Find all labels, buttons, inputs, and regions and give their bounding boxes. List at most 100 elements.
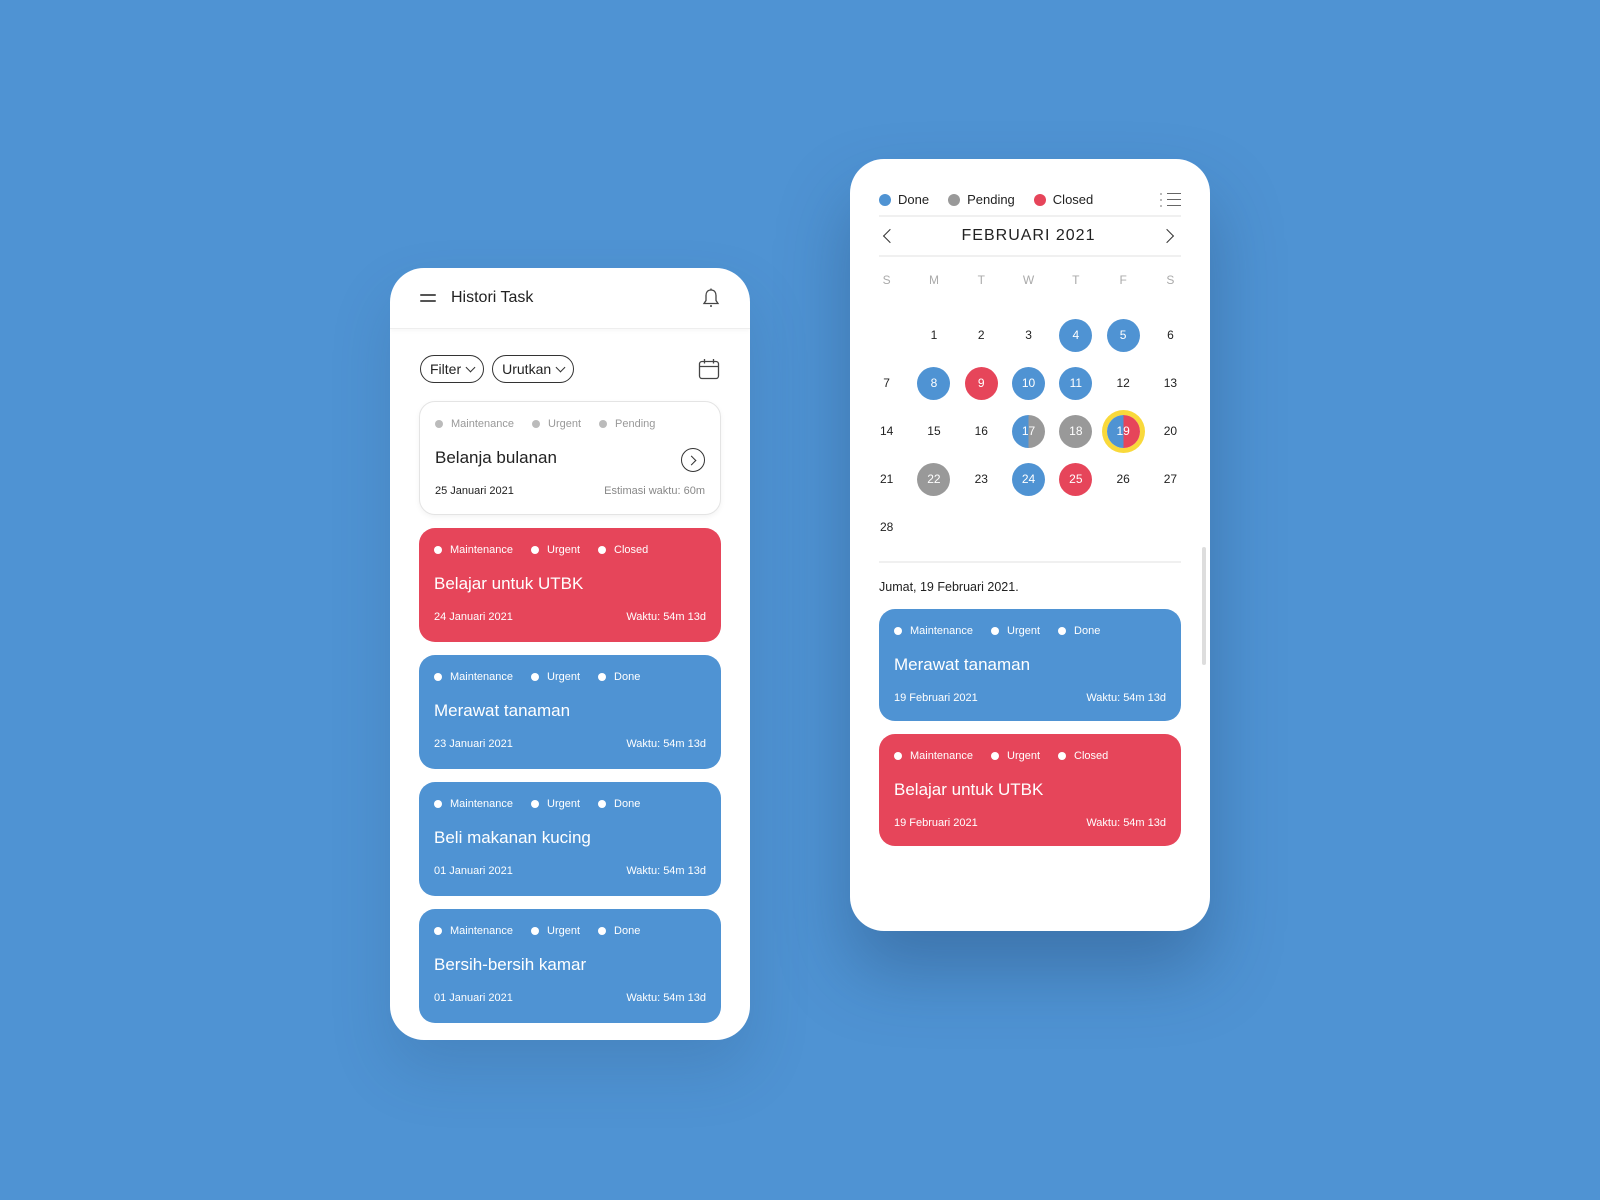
calendar-day[interactable]: 26 <box>1099 455 1146 503</box>
tag: Maintenance <box>434 671 513 683</box>
tag-label: Done <box>614 671 641 683</box>
task-tags: Maintenance Urgent Done <box>434 669 706 685</box>
calendar-day[interactable]: 15 <box>910 407 957 455</box>
task-card[interactable]: Maintenance Urgent Done Merawat tanaman 19 F… <box>879 609 1181 721</box>
day-status-marker: 18 <box>1059 414 1093 448</box>
scrollbar[interactable] <box>1202 547 1206 665</box>
tag: Urgent <box>991 625 1040 637</box>
task-duration: Waktu: 54m 13d <box>1086 817 1166 829</box>
task-meta: 01 Januari 2021 Waktu: 54m 13d <box>434 989 706 1004</box>
task-title: Merawat tanaman <box>894 655 1031 674</box>
sort-dropdown[interactable]: Urutkan <box>492 355 575 383</box>
calendar-day[interactable]: 22 <box>910 455 957 503</box>
hamburger-icon[interactable] <box>420 294 436 302</box>
month-navigation: FEBRUARI 2021 <box>850 217 1210 255</box>
calendar-day[interactable]: 9 <box>958 359 1005 407</box>
tag-dot-icon <box>598 927 607 935</box>
task-card[interactable]: Maintenance Urgent Done Merawat tanaman 23 J… <box>419 655 721 769</box>
calendar-day[interactable]: 5 <box>1099 311 1146 359</box>
calendar-day[interactable]: 18 <box>1052 407 1099 455</box>
filter-label: Filter <box>430 361 462 377</box>
selected-day-marker: 19 <box>1106 414 1140 448</box>
calendar-day[interactable]: 23 <box>958 455 1005 503</box>
day-status-marker: 11 <box>1059 366 1093 400</box>
task-meta: 19 Februari 2021 Waktu: 54m 13d <box>894 689 1166 704</box>
tag: Done <box>1058 625 1100 637</box>
tag-label: Urgent <box>547 671 581 683</box>
task-duration: Waktu: 54m 13d <box>1086 692 1166 704</box>
tag-label: Closed <box>1074 750 1109 762</box>
task-card[interactable]: Maintenance Urgent Closed Belajar untuk UTB… <box>879 734 1181 846</box>
task-card[interactable]: Maintenance Urgent Done Bersih-bersih kamar… <box>419 909 721 1023</box>
calendar-day[interactable]: 21 <box>863 455 910 503</box>
tag-label: Done <box>614 925 641 937</box>
tag: Closed <box>598 544 648 556</box>
tag: Urgent <box>531 798 580 810</box>
tag: Pending <box>599 418 655 430</box>
task-tags: Maintenance Urgent Pending <box>435 416 705 432</box>
calendar-day[interactable]: 19 <box>1099 407 1146 455</box>
tag-label: Maintenance <box>450 798 513 810</box>
calendar-day[interactable]: 27 <box>1147 455 1194 503</box>
calendar-day[interactable]: 17 <box>1005 407 1052 455</box>
weekday-label: F <box>1119 273 1127 287</box>
tag-dot-icon <box>598 800 607 808</box>
calendar-day[interactable]: 2 <box>958 311 1005 359</box>
status-dot-icon <box>879 193 891 206</box>
calendar-day[interactable]: 13 <box>1147 359 1194 407</box>
calendar-icon[interactable] <box>698 358 720 380</box>
tag-dot-icon <box>894 752 902 760</box>
tag-dot-icon <box>599 420 608 428</box>
day-number: 23 <box>974 472 988 486</box>
month-title: FEBRUARI 2021 <box>961 227 1096 244</box>
filter-dropdown[interactable]: Filter <box>420 355 485 383</box>
task-tags: Maintenance Urgent Closed <box>894 748 1166 764</box>
calendar-day[interactable]: 1 <box>910 311 957 359</box>
calendar-day[interactable]: 20 <box>1147 407 1194 455</box>
next-month-button[interactable] <box>1159 228 1175 244</box>
legend-item-closed: Closed <box>1033 192 1093 207</box>
tag: Maintenance <box>434 544 513 556</box>
task-card[interactable]: Maintenance Urgent Done Beli makanan kucing… <box>419 782 721 896</box>
task-card[interactable]: Maintenance Urgent Closed Belajar untuk UTB… <box>419 528 721 642</box>
calendar-day[interactable]: 24 <box>1005 455 1052 503</box>
tag-dot-icon <box>991 752 999 760</box>
previous-month-button[interactable] <box>882 228 898 244</box>
tag-label: Urgent <box>547 925 581 937</box>
calendar-day[interactable]: 8 <box>910 359 957 407</box>
status-dot-icon <box>1033 193 1046 206</box>
task-card[interactable]: Maintenance Urgent Pending Belanja bulanan 2… <box>419 401 721 515</box>
calendar-day[interactable]: 3 <box>1005 311 1052 359</box>
task-date: 24 Januari 2021 <box>434 611 513 623</box>
tag: Done <box>598 925 640 937</box>
calendar-day[interactable]: 16 <box>958 407 1005 455</box>
tag-label: Maintenance <box>450 544 513 556</box>
tag-dot-icon <box>531 673 539 681</box>
legend-label: Done <box>898 192 930 207</box>
calendar-day[interactable]: 10 <box>1005 359 1052 407</box>
tag-dot-icon <box>434 673 442 681</box>
day-number: 6 <box>1167 328 1174 342</box>
calendar-day[interactable]: 25 <box>1052 455 1099 503</box>
selected-day-task-list: Maintenance Urgent Done Merawat tanaman 19 F… <box>850 609 1210 846</box>
calendar-day[interactable]: 11 <box>1052 359 1099 407</box>
task-title: Belanja bulanan <box>435 448 557 467</box>
legend-items: Done Pending Closed <box>879 192 1159 207</box>
legend-label: Pending <box>967 192 1015 207</box>
calendar-day[interactable]: 4 <box>1052 311 1099 359</box>
open-task-button[interactable] <box>681 448 705 472</box>
task-list: Maintenance Urgent Pending Belanja bulanan 2… <box>390 391 750 1023</box>
list-view-icon[interactable] <box>1159 192 1181 208</box>
task-date: 23 Januari 2021 <box>434 738 513 750</box>
calendar-day[interactable]: 12 <box>1099 359 1146 407</box>
tag: Done <box>598 671 640 683</box>
task-date: 25 Januari 2021 <box>435 485 514 497</box>
bell-icon[interactable] <box>702 288 720 308</box>
calendar-day[interactable]: 7 <box>863 359 910 407</box>
calendar-day[interactable]: 28 <box>863 503 910 551</box>
task-title: Beli makanan kucing <box>434 828 591 847</box>
calendar-day[interactable]: 14 <box>863 407 910 455</box>
day-status-marker: 5 <box>1106 318 1140 352</box>
calendar-day[interactable]: 6 <box>1147 311 1194 359</box>
task-title: Belajar untuk UTBK <box>894 780 1044 799</box>
